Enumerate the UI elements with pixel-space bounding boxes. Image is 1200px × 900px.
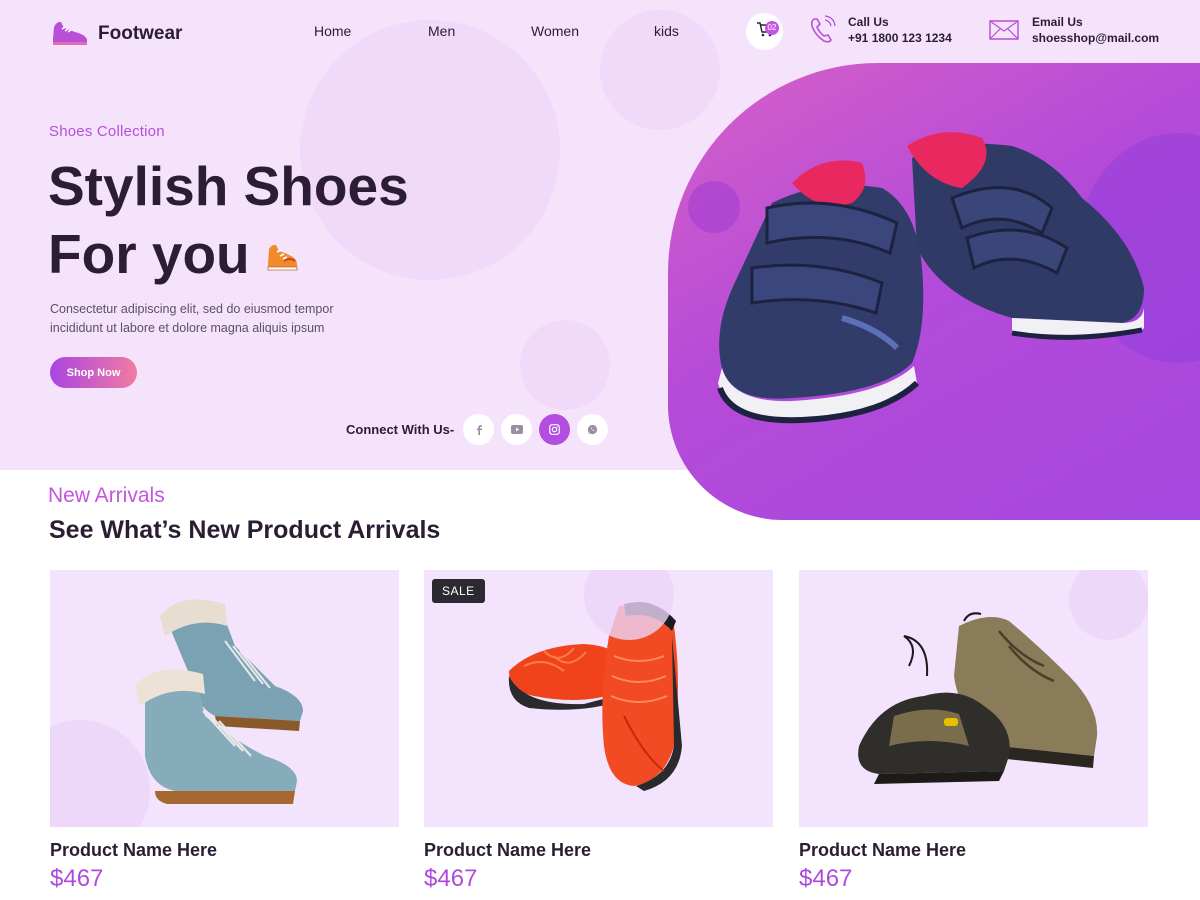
- product-card[interactable]: Product Name Here $467: [799, 570, 1148, 893]
- nav-home[interactable]: Home: [314, 23, 351, 39]
- hero-description: Consectetur adipiscing elit, sed do eius…: [50, 302, 334, 335]
- shoe-logo-icon: [50, 15, 90, 52]
- cart-count-badge: 02: [765, 21, 779, 35]
- product-price: $467: [50, 865, 399, 893]
- product-name[interactable]: Product Name Here: [50, 840, 399, 861]
- new-arrivals-eyebrow: New Arrivals: [48, 484, 165, 507]
- product-image-frame: SALE: [424, 570, 773, 827]
- product-price: $467: [799, 865, 1148, 893]
- product-image-frame: [50, 570, 399, 827]
- email-label: Email Us: [1032, 15, 1083, 29]
- hero-eyebrow: Shoes Collection: [49, 123, 165, 140]
- hero-title: Stylish Shoes For you: [48, 152, 409, 288]
- product-card[interactable]: Product Name Here $467: [50, 570, 399, 893]
- call-label: Call Us: [848, 15, 889, 29]
- product-image-frame: [799, 570, 1148, 827]
- blue-boots-image: [125, 586, 325, 811]
- logo[interactable]: Footwear: [50, 15, 182, 52]
- new-arrivals-title: See What’s New Product Arrivals: [49, 516, 441, 544]
- site-header: Footwear Home Men Women kids 02 Call Us …: [0, 0, 1200, 64]
- hero-kids-shoes-image: [712, 118, 1152, 433]
- shop-now-button[interactable]: Shop Now: [50, 357, 137, 388]
- product-name[interactable]: Product Name Here: [424, 840, 773, 861]
- instagram-icon[interactable]: [539, 414, 571, 445]
- product-price: $467: [424, 865, 773, 893]
- whatsapp-icon[interactable]: [577, 414, 609, 445]
- youtube-icon[interactable]: [501, 414, 533, 445]
- call-us[interactable]: Call Us +91 1800 123 1234: [808, 15, 952, 50]
- nav-kids[interactable]: kids: [654, 23, 679, 39]
- nav-women[interactable]: Women: [531, 23, 579, 39]
- sneaker-emoji-icon: [264, 220, 300, 288]
- nav-men[interactable]: Men: [428, 23, 455, 39]
- hero-title-line2-wrap: For you: [48, 220, 409, 288]
- connect-label: Connect With Us-: [346, 422, 455, 437]
- hero-title-line1: Stylish Shoes: [48, 155, 409, 217]
- email-icon: [988, 15, 1020, 48]
- social-connect: Connect With Us-: [346, 414, 615, 445]
- email-address: shoesshop@mail.com: [1032, 31, 1160, 45]
- sale-badge: SALE: [432, 579, 485, 603]
- facebook-icon[interactable]: [463, 414, 495, 445]
- logo-text: Footwear: [98, 22, 183, 44]
- hero-title-line2: For you: [48, 223, 250, 285]
- hiking-shoes-image: [849, 606, 1099, 791]
- product-name[interactable]: Product Name Here: [799, 840, 1148, 861]
- phone-number: +91 1800 123 1234: [848, 31, 952, 45]
- phone-icon: [808, 15, 836, 50]
- product-card[interactable]: SALE Product Name Here $467: [424, 570, 773, 893]
- email-us[interactable]: Email Us shoesshop@mail.com: [988, 15, 1159, 48]
- cart-button[interactable]: 02: [746, 13, 783, 50]
